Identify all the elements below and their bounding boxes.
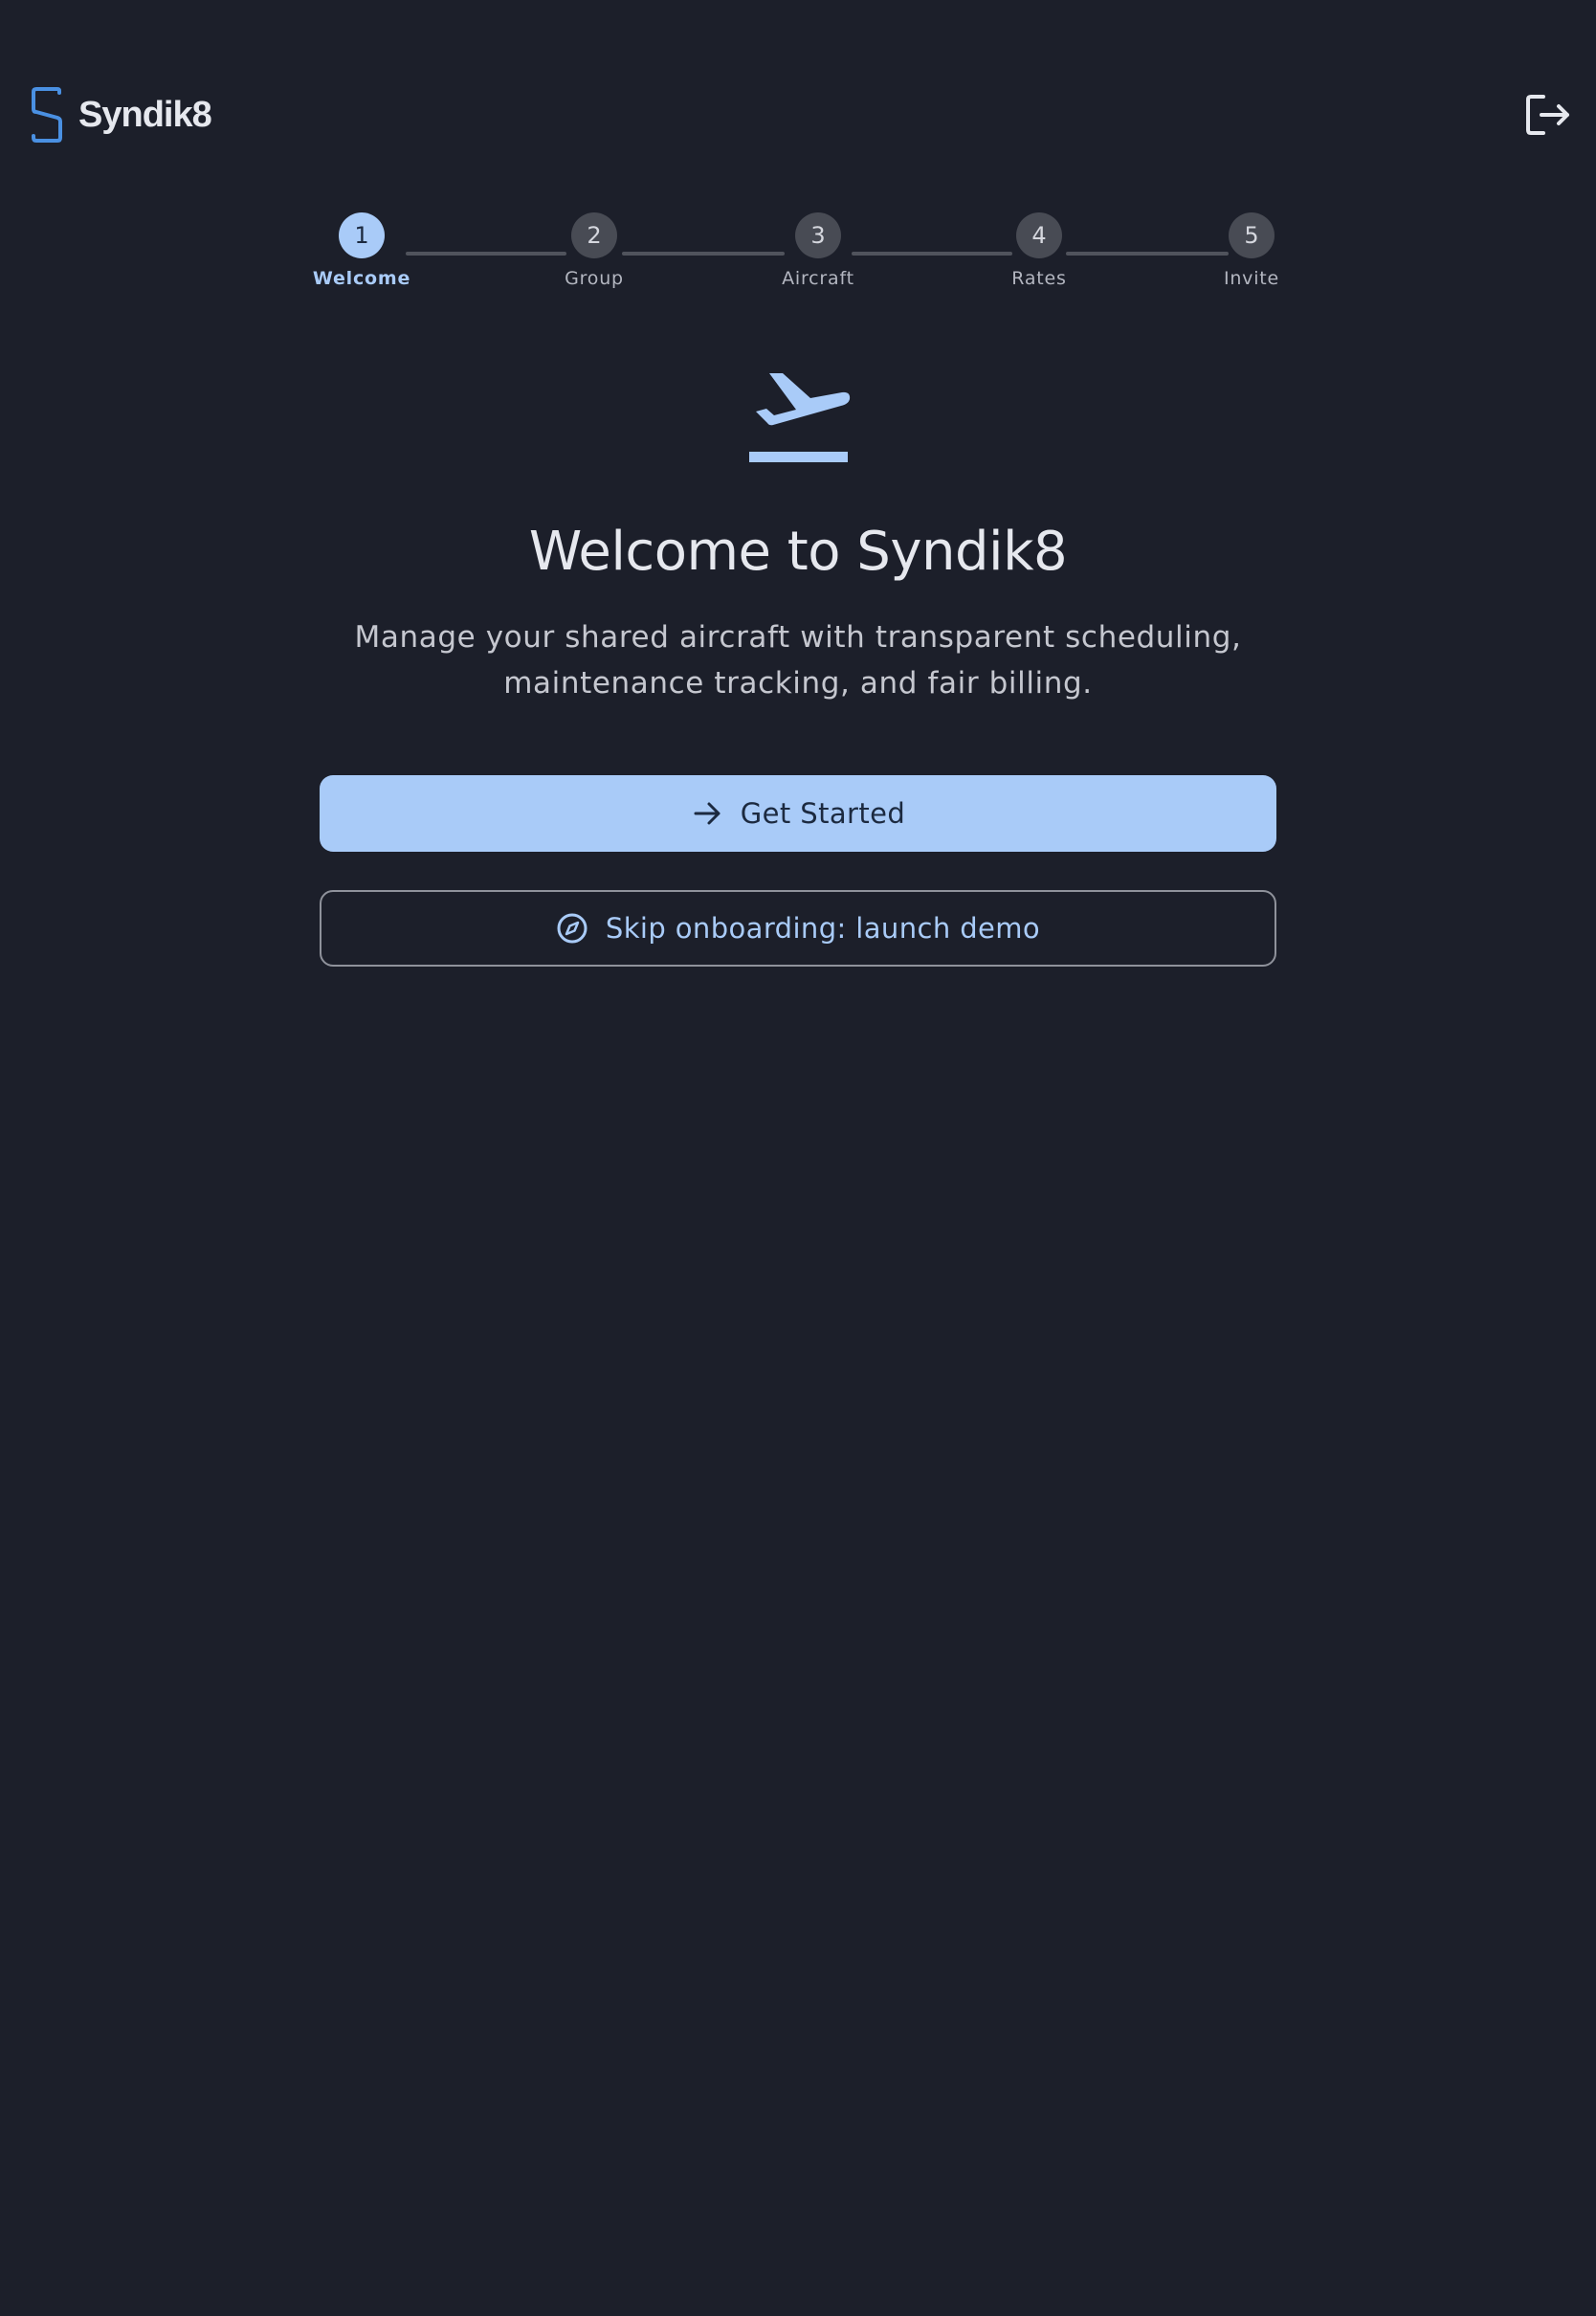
- step-aircraft[interactable]: 3 Aircraft: [761, 212, 876, 289]
- compass-icon: [556, 912, 588, 945]
- step-number: 3: [795, 212, 841, 258]
- step-number: 4: [1016, 212, 1062, 258]
- page-subtitle: Manage your shared aircraft with transpa…: [354, 620, 1242, 701]
- step-group[interactable]: 2 Group: [537, 212, 652, 289]
- brand: Syndik8: [31, 86, 212, 144]
- step-invite[interactable]: 5 Invite: [1194, 212, 1309, 289]
- step-number: 5: [1229, 212, 1275, 258]
- app-name: Syndik8: [78, 94, 212, 135]
- logout-button[interactable]: [1523, 90, 1573, 140]
- get-started-button[interactable]: Get Started: [320, 775, 1276, 852]
- skip-onboarding-button[interactable]: Skip onboarding: launch demo: [320, 890, 1276, 967]
- step-label: Group: [565, 268, 624, 289]
- onboarding-stepper: 1 Welcome 2 Group 3 Aircraft 4 Rates 5 I…: [313, 212, 1278, 299]
- step-number: 2: [571, 212, 617, 258]
- step-label: Welcome: [312, 268, 411, 289]
- step-label: Rates: [1011, 268, 1067, 289]
- step-label: Aircraft: [782, 268, 854, 289]
- get-started-label: Get Started: [740, 797, 906, 830]
- skip-onboarding-label: Skip onboarding: launch demo: [605, 912, 1041, 945]
- arrow-right-icon: [691, 797, 723, 830]
- syndik8-logo-icon: [32, 87, 62, 143]
- page-title: Welcome to Syndik8: [528, 521, 1068, 583]
- step-number: 1: [339, 212, 385, 258]
- step-label: Invite: [1223, 268, 1280, 289]
- step-rates[interactable]: 4 Rates: [982, 212, 1097, 289]
- flight-takeoff-icon: [741, 367, 855, 467]
- logout-icon: [1526, 95, 1569, 135]
- step-welcome[interactable]: 1 Welcome: [304, 212, 419, 289]
